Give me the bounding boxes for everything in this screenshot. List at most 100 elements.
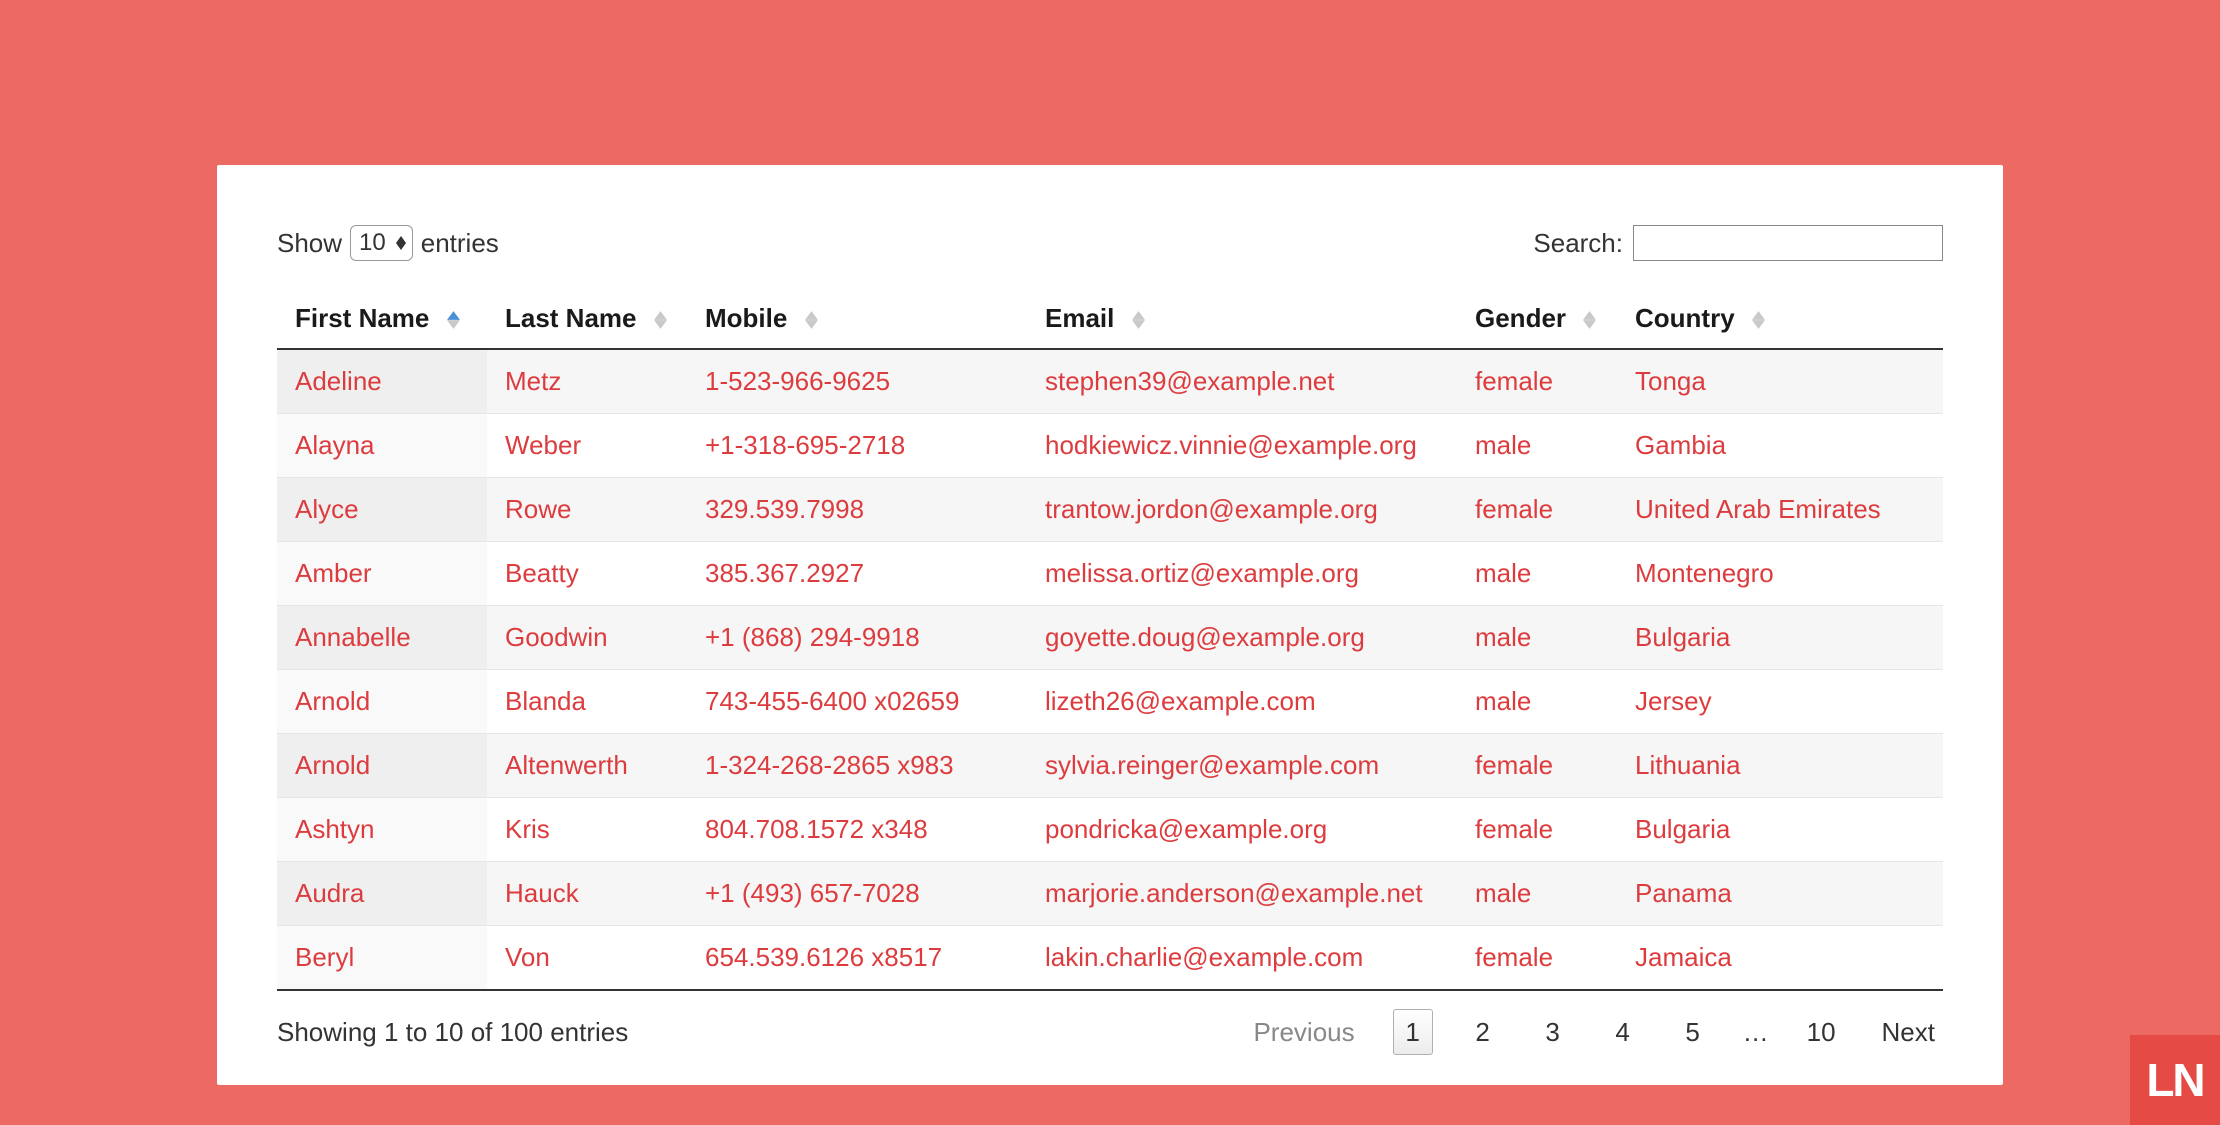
sort-icon (447, 311, 460, 329)
pagination: Previous 12345 … 10 Next (1245, 1009, 1943, 1055)
cell-country[interactable]: Jersey (1617, 670, 1943, 734)
table-info: Showing 1 to 10 of 100 entries (277, 1017, 628, 1048)
cell-gender[interactable]: female (1457, 478, 1617, 542)
table-row: AudraHauck+1 (493) 657-7028marjorie.ande… (277, 862, 1943, 926)
cell-email[interactable]: hodkiewicz.vinnie@example.org (1027, 414, 1457, 478)
cell-email[interactable]: pondricka@example.org (1027, 798, 1457, 862)
cell-first[interactable]: Audra (277, 862, 487, 926)
cell-mobile[interactable]: +1 (493) 657-7028 (687, 862, 1027, 926)
cell-first[interactable]: Ashtyn (277, 798, 487, 862)
col-label: Mobile (705, 303, 787, 333)
cell-mobile[interactable]: 1-523-966-9625 (687, 349, 1027, 414)
cell-first[interactable]: Arnold (277, 734, 487, 798)
cell-gender[interactable]: female (1457, 926, 1617, 991)
cell-last[interactable]: Von (487, 926, 687, 991)
cell-mobile[interactable]: 385.367.2927 (687, 542, 1027, 606)
cell-country[interactable]: Lithuania (1617, 734, 1943, 798)
cell-country[interactable]: Bulgaria (1617, 606, 1943, 670)
cell-first[interactable]: Beryl (277, 926, 487, 991)
col-gender[interactable]: Gender (1457, 289, 1617, 349)
table-controls: Show 10 entries Search: (277, 225, 1943, 261)
col-country[interactable]: Country (1617, 289, 1943, 349)
header-row: First Name Last Name Mobile (277, 289, 1943, 349)
cell-last[interactable]: Metz (487, 349, 687, 414)
cell-email[interactable]: lizeth26@example.com (1027, 670, 1457, 734)
page-5[interactable]: 5 (1673, 1009, 1713, 1055)
cell-email[interactable]: sylvia.reinger@example.com (1027, 734, 1457, 798)
page-4[interactable]: 4 (1603, 1009, 1643, 1055)
page-3[interactable]: 3 (1533, 1009, 1573, 1055)
search-control: Search: (1533, 225, 1943, 261)
cell-mobile[interactable]: 1-324-268-2865 x983 (687, 734, 1027, 798)
page-1[interactable]: 1 (1393, 1009, 1433, 1055)
sort-icon (805, 311, 818, 329)
cell-last[interactable]: Rowe (487, 478, 687, 542)
cell-last[interactable]: Blanda (487, 670, 687, 734)
cell-gender[interactable]: male (1457, 414, 1617, 478)
cell-mobile[interactable]: 329.539.7998 (687, 478, 1027, 542)
cell-email[interactable]: lakin.charlie@example.com (1027, 926, 1457, 991)
cell-mobile[interactable]: +1 (868) 294-9918 (687, 606, 1027, 670)
cell-last[interactable]: Hauck (487, 862, 687, 926)
cell-mobile[interactable]: 804.708.1572 x348 (687, 798, 1027, 862)
cell-last[interactable]: Beatty (487, 542, 687, 606)
cell-email[interactable]: stephen39@example.net (1027, 349, 1457, 414)
cell-first[interactable]: Amber (277, 542, 487, 606)
page-previous[interactable]: Previous (1245, 1009, 1362, 1055)
table-row: AlaynaWeber+1-318-695-2718hodkiewicz.vin… (277, 414, 1943, 478)
cell-gender[interactable]: male (1457, 862, 1617, 926)
length-suffix: entries (421, 228, 499, 259)
cell-country[interactable]: Tonga (1617, 349, 1943, 414)
datatable-card: Show 10 entries Search: First Name (217, 165, 2003, 1085)
col-first-name[interactable]: First Name (277, 289, 487, 349)
cell-mobile[interactable]: +1-318-695-2718 (687, 414, 1027, 478)
length-menu: Show 10 entries (277, 225, 499, 261)
cell-email[interactable]: marjorie.anderson@example.net (1027, 862, 1457, 926)
col-label: Gender (1475, 303, 1566, 333)
cell-first[interactable]: Arnold (277, 670, 487, 734)
length-select[interactable]: 10 (350, 225, 413, 261)
cell-country[interactable]: Montenegro (1617, 542, 1943, 606)
cell-email[interactable]: trantow.jordon@example.org (1027, 478, 1457, 542)
cell-first[interactable]: Alayna (277, 414, 487, 478)
cell-last[interactable]: Altenwerth (487, 734, 687, 798)
cell-country[interactable]: Jamaica (1617, 926, 1943, 991)
table-row: AnnabelleGoodwin+1 (868) 294-9918goyette… (277, 606, 1943, 670)
cell-country[interactable]: United Arab Emirates (1617, 478, 1943, 542)
cell-country[interactable]: Bulgaria (1617, 798, 1943, 862)
page-10[interactable]: 10 (1799, 1009, 1844, 1055)
cell-gender[interactable]: male (1457, 670, 1617, 734)
page-ellipsis: … (1743, 1017, 1769, 1048)
col-label: Email (1045, 303, 1114, 333)
page-2[interactable]: 2 (1463, 1009, 1503, 1055)
cell-email[interactable]: melissa.ortiz@example.org (1027, 542, 1457, 606)
cell-gender[interactable]: female (1457, 798, 1617, 862)
cell-email[interactable]: goyette.doug@example.org (1027, 606, 1457, 670)
cell-gender[interactable]: male (1457, 606, 1617, 670)
cell-first[interactable]: Annabelle (277, 606, 487, 670)
page-next[interactable]: Next (1874, 1009, 1943, 1055)
cell-gender[interactable]: female (1457, 734, 1617, 798)
sort-icon (1752, 311, 1765, 329)
table-row: BerylVon654.539.6126 x8517lakin.charlie@… (277, 926, 1943, 991)
search-input[interactable] (1633, 225, 1943, 261)
cell-gender[interactable]: male (1457, 542, 1617, 606)
cell-gender[interactable]: female (1457, 349, 1617, 414)
col-mobile[interactable]: Mobile (687, 289, 1027, 349)
cell-mobile[interactable]: 743-455-6400 x02659 (687, 670, 1027, 734)
col-email[interactable]: Email (1027, 289, 1457, 349)
cell-country[interactable]: Gambia (1617, 414, 1943, 478)
table-row: ArnoldAltenwerth1-324-268-2865 x983sylvi… (277, 734, 1943, 798)
col-last-name[interactable]: Last Name (487, 289, 687, 349)
cell-first[interactable]: Alyce (277, 478, 487, 542)
cell-country[interactable]: Panama (1617, 862, 1943, 926)
sort-icon (1583, 311, 1596, 329)
length-prefix: Show (277, 228, 342, 259)
cell-last[interactable]: Weber (487, 414, 687, 478)
table-row: ArnoldBlanda743-455-6400 x02659lizeth26@… (277, 670, 1943, 734)
cell-last[interactable]: Goodwin (487, 606, 687, 670)
cell-first[interactable]: Adeline (277, 349, 487, 414)
cell-mobile[interactable]: 654.539.6126 x8517 (687, 926, 1027, 991)
table-row: AshtynKris804.708.1572 x348pondricka@exa… (277, 798, 1943, 862)
cell-last[interactable]: Kris (487, 798, 687, 862)
